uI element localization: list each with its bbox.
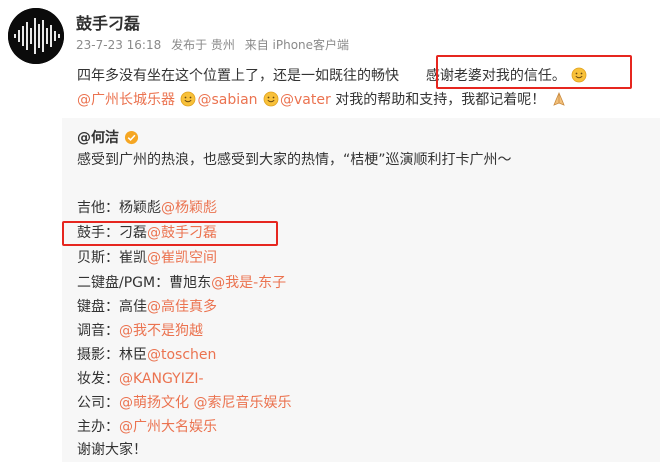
post-text-tail: 对我的帮助和支持，我都记着呢！ xyxy=(335,92,546,108)
smile-emoji xyxy=(263,91,279,113)
credit-role: 调音： xyxy=(77,323,119,339)
credit-role: 主办： xyxy=(77,419,119,435)
credit-role: 键盘：高佳 xyxy=(77,299,147,315)
author-name[interactable]: 鼓手刁磊 xyxy=(76,10,140,34)
repost-author-line: @何洁 xyxy=(77,128,140,151)
post-location: 发布于 贵州 xyxy=(171,38,235,52)
credit-line: 妆发：@KANGYIZI- xyxy=(77,369,204,389)
highlight-box-drummer xyxy=(62,221,278,246)
credit-line: 二键盘/PGM：曹旭东@我是-东子 xyxy=(77,273,286,293)
repost-author[interactable]: @何洁 xyxy=(77,130,119,146)
repost-text: 感受到广州的热浪，也感受到大家的热情，“桔梗”巡演顺利打卡广州～ xyxy=(77,152,512,168)
avatar[interactable] xyxy=(8,8,64,64)
mention-link[interactable]: @萌扬文化 @索尼音乐娱乐 xyxy=(119,395,291,411)
credit-line: 吉他：杨颖彪@杨颖彪 xyxy=(77,198,217,218)
post-text: 四年多没有坐在这个位置上了，还是一如既往的畅快 xyxy=(77,68,399,84)
pray-emoji xyxy=(551,91,567,113)
credit-role: 妆发： xyxy=(77,371,119,387)
credit-role: 贝斯：崔凯 xyxy=(77,250,147,266)
mention-link[interactable]: @vater xyxy=(280,92,331,108)
mention-link[interactable]: @杨颖彪 xyxy=(161,200,217,216)
repost-closing: 谢谢大家！ xyxy=(77,442,147,458)
highlight-box-thanks xyxy=(436,55,632,89)
mention-link[interactable]: @KANGYIZI- xyxy=(119,371,204,387)
mention-link[interactable]: @我是-东子 xyxy=(211,275,286,291)
credit-line: 公司：@萌扬文化 @索尼音乐娱乐 xyxy=(77,393,291,413)
credit-line: 调音：@我不是狗越 xyxy=(77,321,203,341)
mention-link[interactable]: @广州长城乐器 xyxy=(77,92,175,108)
credit-role: 公司： xyxy=(77,395,119,411)
credit-role: 摄影：林臣 xyxy=(77,347,147,363)
credit-line: 主办：@广州大名娱乐 xyxy=(77,417,217,437)
mention-link[interactable]: @sabian xyxy=(197,92,257,108)
smile-emoji xyxy=(180,91,196,113)
mention-link[interactable]: @崔凯空间 xyxy=(147,250,217,266)
mention-link[interactable]: @高佳真多 xyxy=(147,299,217,315)
post-meta: 23-7-23 16:18 发布于 贵州 来自 iPhone客户端 xyxy=(76,36,355,53)
credit-line: 摄影：林臣@toschen xyxy=(77,345,216,365)
mention-link[interactable]: @toschen xyxy=(147,347,216,363)
post-device: 来自 iPhone客户端 xyxy=(244,38,350,52)
post-date[interactable]: 23-7-23 16:18 xyxy=(76,38,161,52)
credit-line: 键盘：高佳@高佳真多 xyxy=(77,297,217,317)
mention-link[interactable]: @广州大名娱乐 xyxy=(119,419,217,435)
mention-link[interactable]: @我不是狗越 xyxy=(119,323,203,339)
credit-line: 贝斯：崔凯@崔凯空间 xyxy=(77,248,217,268)
credit-role: 吉他：杨颖彪 xyxy=(77,200,161,216)
post-text-line-2: @广州长城乐器 @sabian @vater 对我的帮助和支持，我都记着呢！ xyxy=(77,90,568,113)
credit-role: 二键盘/PGM：曹旭东 xyxy=(77,275,212,291)
verified-badge-icon xyxy=(124,130,139,151)
